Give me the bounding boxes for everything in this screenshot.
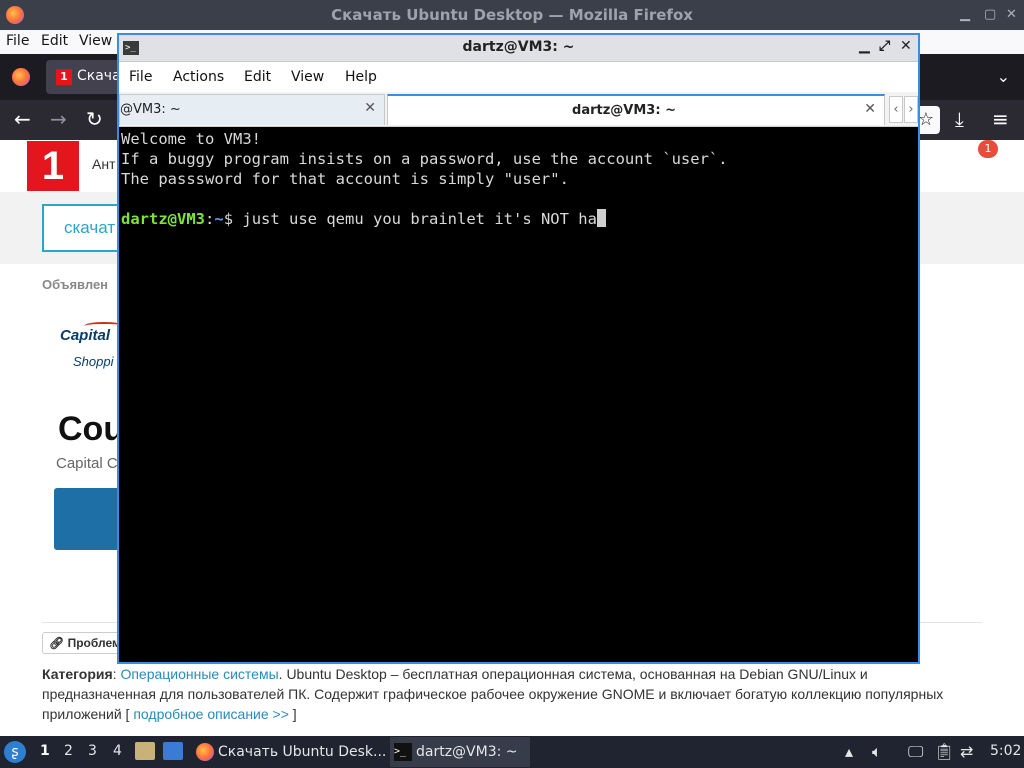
- minimize-icon[interactable]: ▁: [859, 38, 870, 54]
- terminal-tab-active[interactable]: dartz@VM3: ~ ✕: [387, 94, 885, 125]
- category-link[interactable]: Операционные системы: [120, 666, 278, 682]
- prompt-separator: :: [205, 210, 215, 228]
- display-icon[interactable]: 🖵︎: [908, 742, 923, 762]
- network-icon[interactable]: ⇄: [960, 742, 973, 761]
- menu-actions[interactable]: Actions: [173, 69, 224, 85]
- terminal-window: >_ dartz@VM3: ~ ▁ ⤢ ✕ File Actions Edit …: [117, 33, 920, 664]
- reload-icon[interactable]: ↻: [86, 108, 103, 130]
- prompt-symbol: $: [223, 210, 243, 228]
- maximize-icon[interactable]: ▢: [984, 7, 996, 22]
- show-desktop-icon[interactable]: [163, 742, 183, 760]
- ad-brand-logo[interactable]: Capital: [60, 327, 110, 344]
- site-logo[interactable]: 1: [27, 141, 79, 191]
- maximize-icon[interactable]: ⤢: [879, 38, 890, 54]
- description: Категория: Операционные системы. Ubuntu …: [42, 666, 944, 722]
- terminal-tab[interactable]: @VM3: ~ ✕: [119, 94, 385, 125]
- firefox-titlebar: Скачать Ubuntu Desktop — Mozilla Firefox…: [0, 0, 1024, 30]
- more-suffix: ]: [288, 706, 297, 722]
- ads-label: Объявлен: [42, 277, 109, 292]
- taskbar-task-firefox[interactable]: Скачать Ubuntu Desk...: [192, 737, 387, 767]
- workspace-1[interactable]: 1: [40, 743, 50, 759]
- minimize-icon[interactable]: ▁: [960, 7, 970, 22]
- start-menu-icon[interactable]: ʂ: [4, 741, 26, 763]
- notification-badge: 1: [978, 140, 998, 158]
- terminal-line: Welcome to VM3!: [121, 130, 261, 148]
- downloads-icon[interactable]: ⤓: [955, 108, 964, 130]
- category-label: Категория: [42, 666, 113, 682]
- browser-tab-label: Скача: [77, 68, 121, 84]
- terminal-icon: >_: [394, 743, 412, 761]
- workspace-4[interactable]: 4: [113, 743, 122, 759]
- clock[interactable]: 5:02: [990, 743, 1021, 759]
- terminal-tab-label: dartz@VM3: ~: [572, 103, 676, 118]
- close-tab-icon[interactable]: ✕: [364, 100, 376, 116]
- terminal-window-title: dartz@VM3: ~: [462, 39, 575, 55]
- menu-file[interactable]: File: [6, 33, 29, 49]
- terminal-line: The passsword for that account is simply…: [121, 170, 569, 188]
- terminal-titlebar[interactable]: >_ dartz@VM3: ~ ▁ ⤢ ✕: [119, 35, 918, 62]
- workspace-2[interactable]: 2: [64, 743, 73, 759]
- more-link[interactable]: подробное описание >>: [133, 706, 289, 722]
- clipboard-icon[interactable]: 📋︎: [934, 742, 954, 761]
- back-arrow-icon[interactable]: ←: [14, 108, 31, 130]
- list-tabs-chevron-icon[interactable]: ⌄: [997, 67, 1010, 86]
- terminal-menubar: File Actions Edit View Help: [119, 62, 918, 92]
- close-tab-icon[interactable]: ✕: [864, 101, 876, 117]
- bell-icon[interactable]: 🔔︎: [960, 154, 985, 178]
- site-favicon-icon: 1: [56, 69, 72, 85]
- user-icon[interactable]: [918, 154, 932, 170]
- firefox-view-icon[interactable]: [12, 68, 30, 86]
- menu-help[interactable]: Help: [345, 69, 377, 85]
- menu-edit[interactable]: Edit: [41, 33, 68, 49]
- firefox-icon: [196, 743, 214, 761]
- ad-brand-sub: Shoppi: [73, 354, 114, 369]
- tab-scroll-left-icon[interactable]: ‹: [889, 96, 903, 123]
- forward-arrow-icon[interactable]: →: [50, 108, 67, 130]
- app-menu-icon[interactable]: ≡: [992, 108, 1009, 130]
- task-label: dartz@VM3: ~: [416, 744, 518, 760]
- terminal-tab-label: @VM3: ~: [120, 102, 181, 117]
- terminal-output[interactable]: Welcome to VM3! If a buggy program insis…: [119, 127, 918, 662]
- workspace-3[interactable]: 3: [88, 743, 97, 759]
- report-problem-label: Проблем: [67, 636, 121, 650]
- prompt-path: ~: [214, 210, 224, 228]
- firefox-window-title: Скачать Ubuntu Desktop — Mozilla Firefox: [331, 6, 693, 24]
- menu-edit[interactable]: Edit: [244, 69, 271, 85]
- close-icon[interactable]: ✕: [900, 38, 912, 54]
- site-header-text[interactable]: Ант: [92, 156, 115, 172]
- menu-view[interactable]: View: [291, 69, 324, 85]
- volume-icon[interactable]: 🔈︎: [872, 742, 882, 762]
- ad-heading[interactable]: Cou: [58, 410, 124, 449]
- tab-scroll-right-icon[interactable]: ›: [904, 96, 918, 123]
- menu-file[interactable]: File: [129, 69, 152, 85]
- prompt-user: dartz@VM3: [121, 210, 205, 228]
- taskbar: ʂ 1 2 3 4 Скачать Ubuntu Desk... >_ dart…: [0, 736, 1024, 768]
- close-icon[interactable]: ✕: [1006, 7, 1017, 22]
- ad-subheading: Capital C: [56, 455, 118, 472]
- file-manager-icon[interactable]: [135, 742, 155, 760]
- terminal-tabbar: @VM3: ~ ✕ dartz@VM3: ~ ✕ ‹ ›: [119, 92, 918, 127]
- terminal-line: If a buggy program insists on a password…: [121, 150, 728, 168]
- taskbar-task-terminal[interactable]: >_ dartz@VM3: ~: [390, 737, 530, 767]
- text-cursor: [596, 209, 606, 227]
- menu-view[interactable]: View: [79, 33, 112, 49]
- command-input[interactable]: just use qemu you brainlet it's NOT ha: [242, 210, 597, 228]
- updates-icon[interactable]: ▴: [845, 742, 853, 761]
- task-label: Скачать Ubuntu Desk...: [218, 744, 387, 760]
